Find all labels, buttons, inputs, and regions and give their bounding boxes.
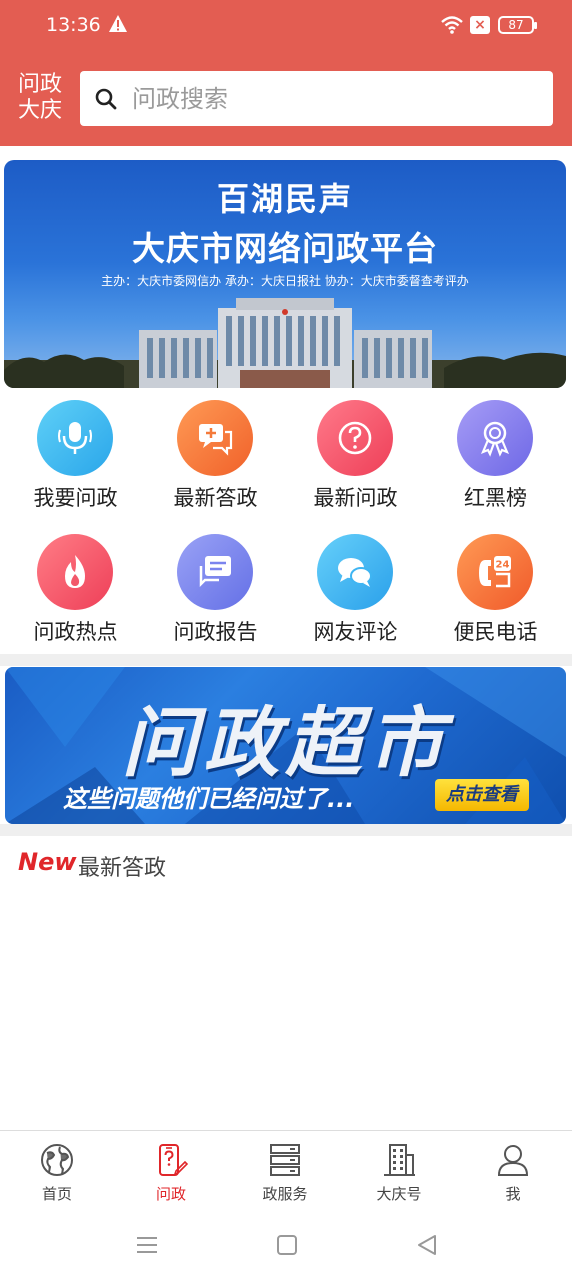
grid-item-rankings[interactable]: 红黑榜 (424, 398, 567, 518)
grid-item-ask[interactable]: 我要问政 (4, 398, 147, 518)
svg-text:24: 24 (496, 560, 510, 571)
reply-chat-icon (177, 400, 253, 476)
phone-question-icon (159, 1144, 188, 1176)
logo-line-2: 大庆 (18, 98, 63, 123)
search-input[interactable] (132, 79, 532, 119)
logo-line-1: 问政 (18, 72, 63, 97)
grid-label: 问政报告 (173, 620, 258, 644)
government-building-illustration (4, 298, 566, 388)
app-logo[interactable]: 问政 大庆 (18, 72, 64, 124)
close-box-icon: × (470, 16, 490, 34)
grid-label: 最新问政 (313, 486, 398, 510)
new-badge: New (18, 848, 77, 876)
nav-label: 问政 (155, 1185, 186, 1203)
grid-item-hotline[interactable]: 24 便民电话 (424, 532, 567, 652)
hero-banner[interactable]: 百湖民声 大庆市网络问政平台 主办：大庆市委网信办 承办：大庆日报社 协办：大庆… (4, 160, 566, 388)
server-stack-icon (270, 1144, 300, 1176)
search-icon (95, 88, 117, 110)
user-icon (497, 1145, 529, 1176)
section-divider (0, 654, 572, 666)
nav-item-me[interactable]: 我 (456, 1131, 570, 1213)
grid-item-reports[interactable]: 问政报告 (144, 532, 287, 652)
wifi-icon (441, 16, 463, 34)
section-divider (0, 824, 572, 836)
bottom-nav: 首页 问政 政服务 大庆号 我 (0, 1130, 572, 1212)
grid-item-latest-answers[interactable]: 最新答政 (144, 398, 287, 518)
grid-label: 最新答政 (173, 486, 258, 510)
status-bar: 13:36 × 87 (0, 0, 572, 52)
search-bar[interactable] (80, 71, 553, 126)
nav-label: 我 (505, 1185, 521, 1203)
grid-item-latest-questions[interactable]: 最新问政 (284, 398, 427, 518)
phone-24-icon: 24 (457, 534, 533, 610)
promo-banner[interactable]: 问政超市 这些问题他们已经问过了... 点击查看 (5, 667, 566, 824)
globe-icon (41, 1144, 73, 1176)
award-ribbon-icon (457, 400, 533, 476)
nav-item-home[interactable]: 首页 (0, 1131, 114, 1213)
grid-label: 便民电话 (453, 620, 538, 644)
grid-label: 网友评论 (313, 620, 398, 644)
back-triangle-icon[interactable] (416, 1234, 438, 1256)
menu-icon[interactable] (136, 1234, 158, 1256)
banner-title-2: 大庆市网络问政平台 (132, 229, 438, 268)
banner-subtitle: 主办：大庆市委网信办 承办：大庆日报社 协办：大庆市委督查考评办 (101, 274, 469, 288)
banner-title: 百湖民声 (216, 180, 353, 218)
report-chat-icon (177, 534, 253, 610)
battery-icon: 87 (498, 16, 537, 34)
promo-subtitle: 这些问题他们已经问过了... (63, 785, 355, 813)
comments-icon (317, 534, 393, 610)
nav-item-daqing-accounts[interactable]: 大庆号 (342, 1131, 456, 1213)
building-icon (384, 1144, 415, 1176)
warning-icon (109, 15, 127, 32)
top-bar: 13:36 × 87 问政 大庆 (0, 0, 572, 146)
nav-label: 大庆号 (376, 1185, 422, 1203)
nav-label: 首页 (41, 1185, 72, 1203)
grid-item-comments[interactable]: 网友评论 (284, 532, 427, 652)
system-nav-bar (0, 1212, 572, 1280)
grid-item-hot-topics[interactable]: 问政热点 (4, 532, 147, 652)
grid-label: 问政热点 (33, 620, 118, 644)
promo-title: 问政超市 (121, 698, 450, 787)
nav-item-wenzheng[interactable]: 问政 (114, 1131, 228, 1213)
latest-answers-header[interactable]: New 最新答政 (0, 844, 572, 884)
home-square-icon[interactable] (276, 1234, 298, 1256)
status-time: 13:36 (46, 14, 101, 36)
microphone-icon (37, 400, 113, 476)
promo-view-button[interactable]: 点击查看 (435, 779, 529, 811)
nav-item-services[interactable]: 政服务 (228, 1131, 342, 1213)
nav-label: 政服务 (262, 1185, 308, 1203)
flame-icon (37, 534, 113, 610)
latest-answers-title: 最新答政 (78, 856, 167, 881)
grid-label: 我要问政 (33, 486, 118, 510)
grid-label: 红黑榜 (464, 486, 527, 510)
question-icon (317, 400, 393, 476)
